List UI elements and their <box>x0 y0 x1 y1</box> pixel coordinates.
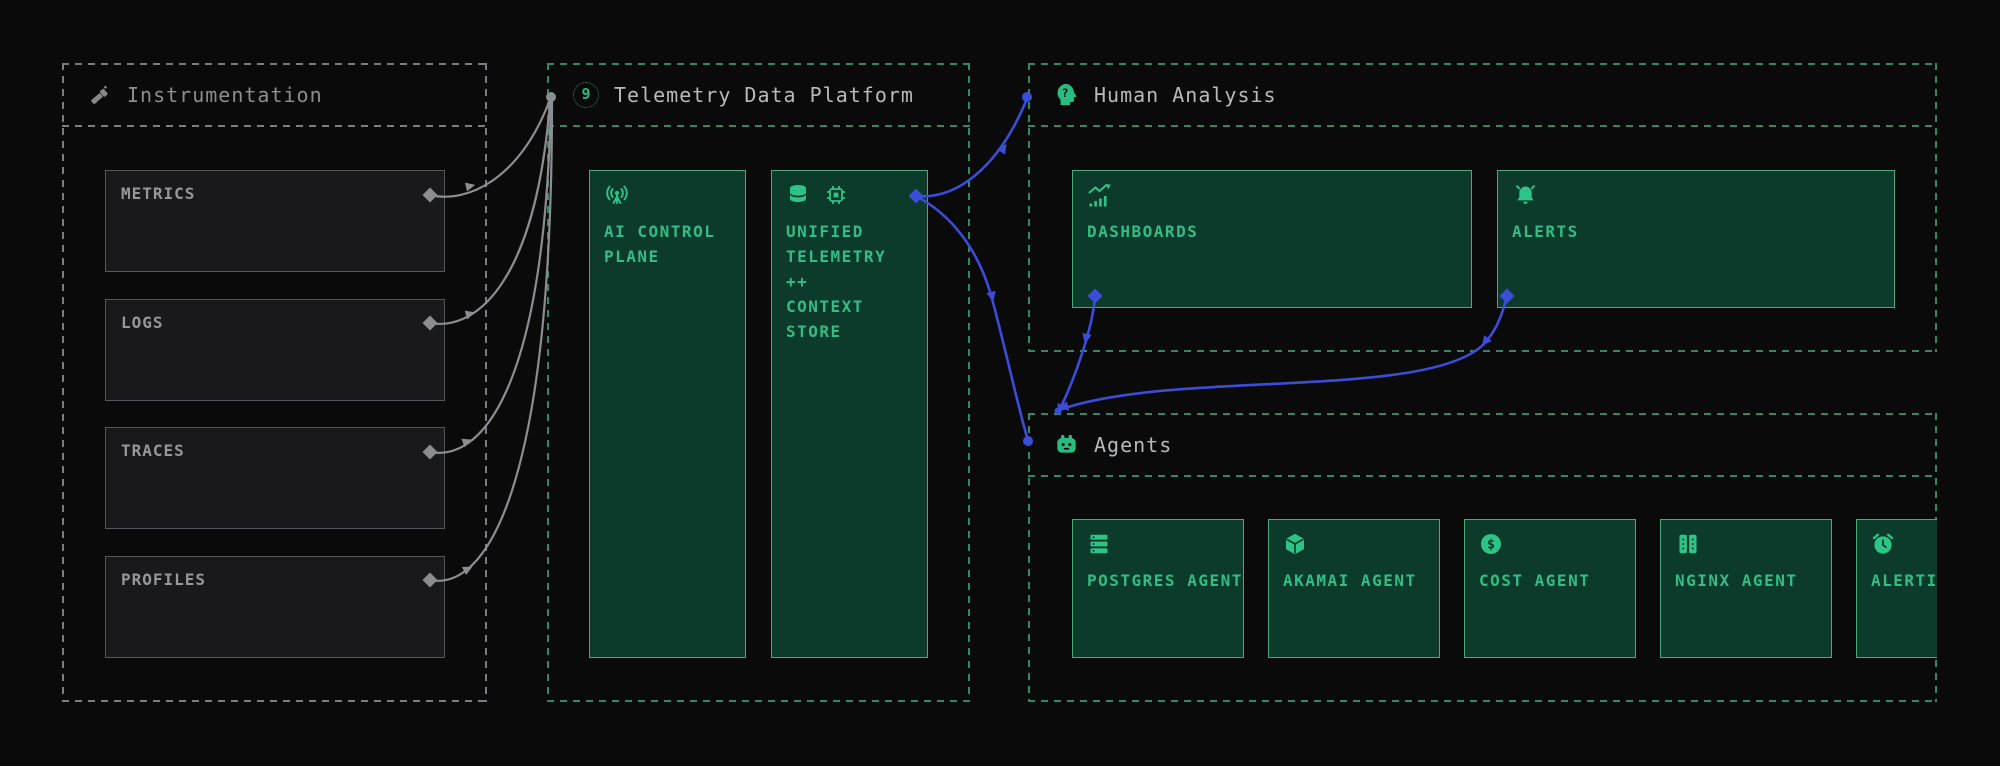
section-telemetry-header: 9 Telemetry Data Platform <box>547 63 970 126</box>
node-icons <box>786 184 913 210</box>
bell-icon <box>1512 183 1539 212</box>
alarm-clock-icon <box>1871 532 1895 560</box>
node-label: METRICS <box>121 184 196 203</box>
node-icons <box>1087 183 1457 212</box>
node-label: AI CONTROL PLANE <box>604 222 716 266</box>
section-title: Human Analysis <box>1094 82 1277 107</box>
node-cost-agent: $ COST AGENT <box>1464 519 1636 658</box>
connector-arrowhead <box>997 143 1007 155</box>
connector-arrowhead <box>1058 401 1070 411</box>
node-label: TRACES <box>121 441 185 460</box>
section-human-analysis-header: ? Human Analysis <box>1028 63 1937 126</box>
section-agents: Agents POSTGRES AGENT AKAMAI AGENT $ COS… <box>1028 413 1937 702</box>
node-icons <box>1512 184 1880 210</box>
node-alerting-agent: ALERTING AGENT <box>1856 519 1937 658</box>
node-traces: TRACES <box>105 427 445 529</box>
node-metrics: METRICS <box>105 170 445 272</box>
node-icons <box>604 184 731 210</box>
node-icons <box>1087 533 1229 559</box>
node-label: AKAMAI AGENT <box>1283 571 1417 590</box>
node-icons: $ <box>1479 533 1621 559</box>
node-icons <box>1283 533 1425 559</box>
node-label: ALERTS <box>1512 222 1579 241</box>
broadcast-antenna-icon <box>604 182 630 212</box>
node-profiles: PROFILES <box>105 556 445 658</box>
node-ai-control-plane: AI CONTROL PLANE <box>589 170 746 658</box>
server-stack-icon <box>1087 532 1113 560</box>
cpu-chip-icon <box>824 183 848 211</box>
telescope-icon <box>88 83 112 107</box>
node-postgres-agent: POSTGRES AGENT <box>1072 519 1244 658</box>
server-rack-icon <box>1675 532 1701 560</box>
node-label: POSTGRES AGENT <box>1087 571 1243 590</box>
node-label: COST AGENT <box>1479 571 1591 590</box>
line-chart-icon <box>1087 183 1114 212</box>
node-unified-telemetry-context-store: UNIFIED TELEMETRY ++ CONTEXT STORE <box>771 170 928 658</box>
dollar-glyph: $ <box>1487 537 1495 553</box>
dollar-circle-icon: $ <box>1479 532 1503 560</box>
node-label: ALERTING AGENT <box>1871 571 1937 590</box>
node-label: NGINX AGENT <box>1675 571 1798 590</box>
node-icons <box>1871 533 1937 559</box>
node-label: DASHBOARDS <box>1087 222 1199 241</box>
cube-icon <box>1283 532 1307 560</box>
node-nginx-agent: NGINX AGENT <box>1660 519 1832 658</box>
node-akamai-agent: AKAMAI AGENT <box>1268 519 1440 658</box>
section-title: Agents <box>1094 432 1173 457</box>
node-alerts: ALERTS <box>1497 170 1895 308</box>
node-label: PROFILES <box>121 570 207 589</box>
section-telemetry-data-platform: 9 Telemetry Data Platform AI CONTROL PLA… <box>547 63 970 702</box>
robot-icon <box>1054 432 1079 457</box>
section-title: Instrumentation <box>127 82 323 107</box>
section-instrumentation-header: Instrumentation <box>62 63 487 126</box>
database-icon <box>786 183 810 211</box>
connector-arrowhead <box>986 290 996 302</box>
node-label: LOGS <box>121 313 164 332</box>
node-dashboards: DASHBOARDS <box>1072 170 1472 308</box>
nine-badge-icon: 9 <box>573 81 599 108</box>
section-title: Telemetry Data Platform <box>614 82 914 107</box>
question-glyph: ? <box>1062 86 1069 100</box>
section-human-analysis: ? Human Analysis DASHBOARDS ALERTS <box>1028 63 1937 352</box>
node-logs: LOGS <box>105 299 445 401</box>
section-agents-header: Agents <box>1028 413 1937 476</box>
section-instrumentation: Instrumentation METRICS LOGS TRACES PROF… <box>62 63 487 702</box>
node-label: UNIFIED TELEMETRY ++ CONTEXT STORE <box>786 222 887 341</box>
architecture-diagram: Instrumentation METRICS LOGS TRACES PROF… <box>0 0 2000 766</box>
head-question-icon: ? <box>1054 82 1079 107</box>
node-icons <box>1675 533 1817 559</box>
